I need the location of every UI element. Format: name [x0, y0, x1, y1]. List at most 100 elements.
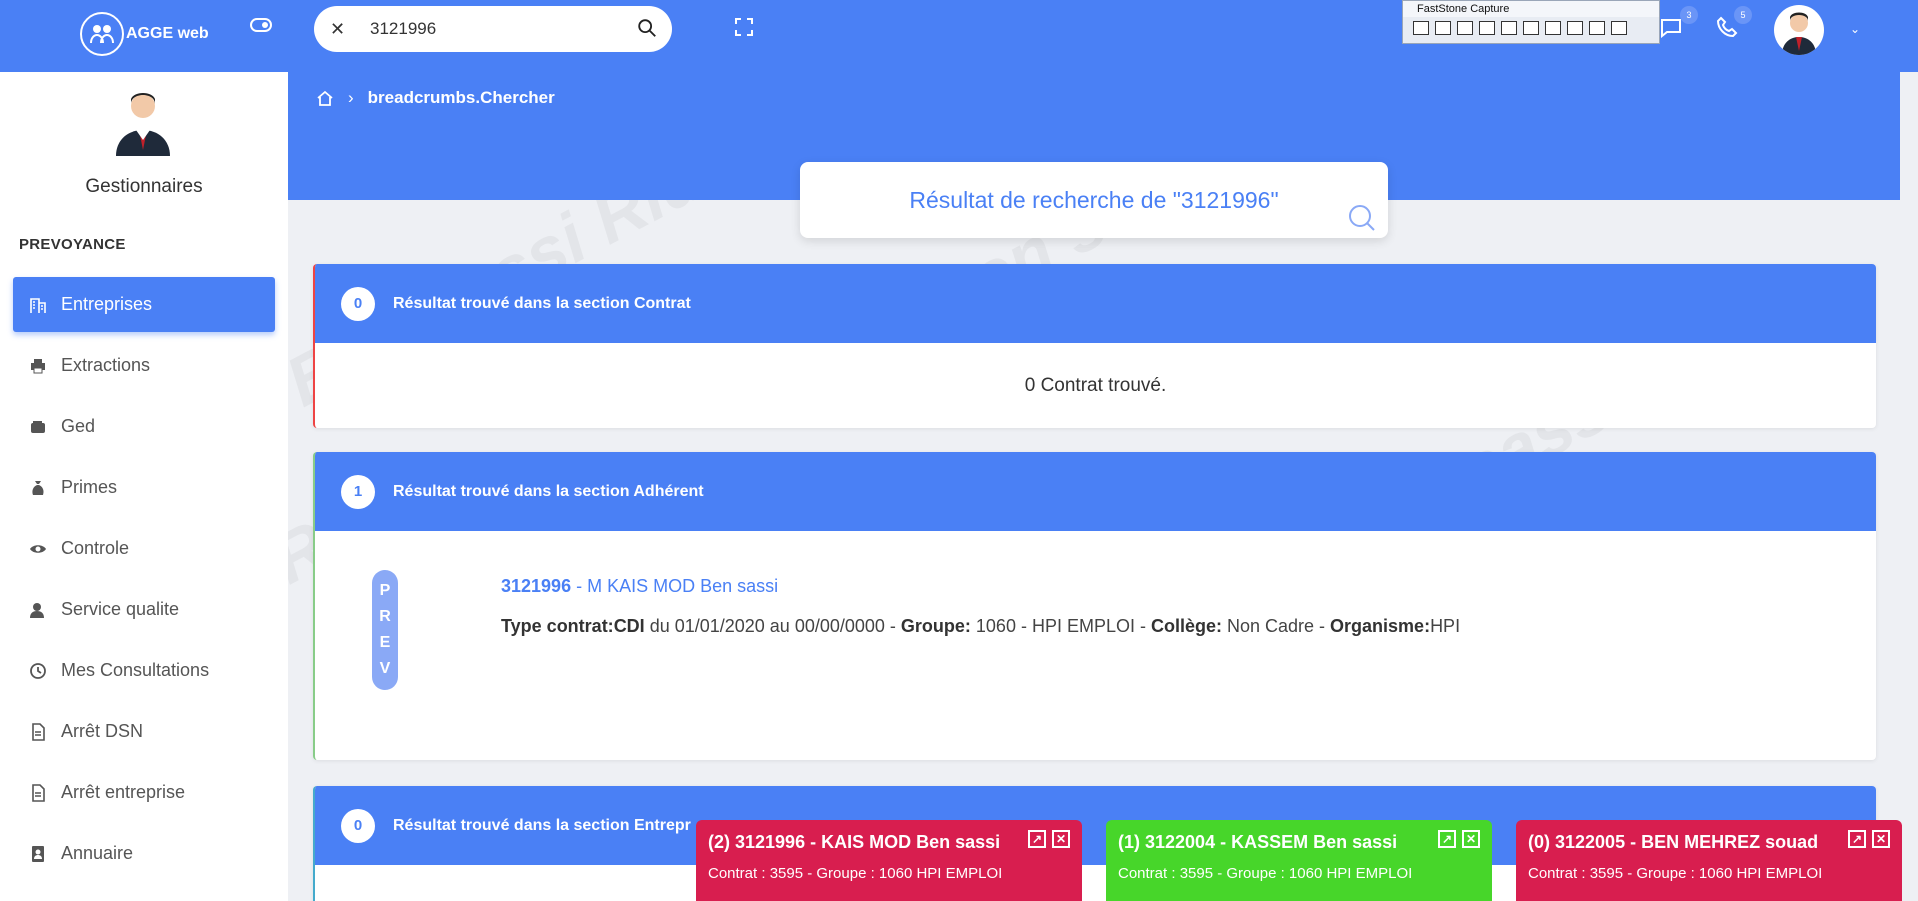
building-icon — [29, 296, 47, 314]
sidebar-item-ged[interactable]: Ged — [13, 399, 275, 454]
close-icon[interactable]: ✕ — [1462, 830, 1480, 848]
sidebar-item-label: Arrêt entreprise — [61, 782, 186, 802]
dates: du 01/01/2020 au 00/00/0000 - — [644, 616, 901, 636]
search-icon — [1349, 205, 1375, 231]
prev-letter: E — [379, 634, 391, 651]
capture-video-icon[interactable] — [1567, 21, 1583, 35]
user-role: Gestionnaires — [85, 176, 203, 197]
eye-icon — [29, 540, 47, 558]
groupe-label: Groupe: — [900, 616, 971, 636]
adherent-link[interactable]: 3121996 - M KAIS MOD Ben sassi — [501, 576, 778, 597]
adherent-details: Type contrat:CDI du 01/01/2020 au 00/00/… — [501, 616, 1460, 637]
search-icon[interactable] — [636, 17, 658, 39]
capture-scroll-icon[interactable] — [1523, 21, 1539, 35]
sidebar-toggle-icon[interactable] — [250, 18, 272, 32]
sidebar: Gestionnaires PREVOYANCE Entreprises Ext… — [0, 72, 288, 901]
popup-subtitle: Contrat : 3595 - Groupe : 1060 HPI EMPLO… — [708, 865, 1003, 882]
organisme-value: HPI — [1430, 616, 1461, 636]
sidebar-item-mes-consultations[interactable]: Mes Consultations — [13, 643, 275, 698]
chat-icon[interactable] — [1660, 18, 1682, 38]
capture-window-icon[interactable] — [1413, 21, 1429, 35]
notification-popup[interactable]: (2) 3121996 - KAIS MOD Ben sassi Contrat… — [696, 820, 1082, 901]
sidebar-item-label: Annuaire — [61, 843, 134, 863]
document-icon — [29, 722, 47, 741]
expand-icon[interactable]: ↗ — [1438, 830, 1456, 848]
sidebar-item-arret-entreprise[interactable]: Arrêt entreprise — [13, 765, 275, 820]
sidebar-item-arret-dsn[interactable]: Arrêt DSN — [13, 704, 275, 759]
capture-menu-icon[interactable] — [1611, 21, 1627, 35]
page-title: Résultat de recherche de "3121996" — [909, 186, 1279, 213]
adherent-name: - M KAIS MOD Ben sassi — [571, 576, 779, 596]
chevron-down-icon[interactable]: ⌄ — [1850, 22, 1860, 36]
faststone-tools — [1403, 17, 1659, 39]
sidebar-item-label: Ged — [61, 416, 96, 436]
popup-subtitle: Contrat : 3595 - Groupe : 1060 HPI EMPLO… — [1528, 865, 1823, 882]
address-book-icon — [29, 845, 47, 863]
chat-badge: 3 — [1680, 6, 1698, 24]
document-icon — [29, 783, 47, 802]
section-adherent: 1 Résultat trouvé dans la section Adhére… — [313, 452, 1876, 760]
notification-popup[interactable]: (0) 3122005 - BEN MEHREZ souad Contrat :… — [1516, 820, 1902, 901]
printer-icon — [29, 357, 47, 375]
app-logo[interactable]: AGGE web — [80, 12, 209, 56]
capture-fullscreen-icon[interactable] — [1501, 21, 1517, 35]
prev-badge: P R E V — [372, 570, 398, 690]
section-title: Résultat trouvé dans la section Contrat — [393, 294, 691, 312]
capture-fixed-icon[interactable] — [1545, 21, 1561, 35]
sidebar-item-extractions[interactable]: Extractions — [13, 338, 275, 393]
sidebar-item-label: Extractions — [61, 355, 151, 375]
breadcrumb: › breadcrumbs.Chercher — [316, 88, 555, 108]
close-icon[interactable]: ✕ — [1872, 830, 1890, 848]
capture-freehand-icon[interactable] — [1479, 21, 1495, 35]
prev-letter: P — [379, 582, 391, 599]
section-contrat: 0 Résultat trouvé dans la section Contra… — [313, 264, 1876, 428]
adherent-id: 3121996 — [501, 576, 572, 596]
user-shield-icon — [29, 601, 47, 619]
popup-title: (0) 3122005 - BEN MEHREZ souad — [1528, 832, 1819, 852]
popup-actions: ↗ ✕ — [1028, 830, 1070, 848]
college-label: Collège: — [1150, 616, 1222, 636]
search-input[interactable] — [370, 19, 610, 39]
capture-region-icon[interactable] — [1457, 21, 1473, 35]
chevron-right-icon: › — [348, 88, 354, 107]
search-bar: ✕ — [314, 6, 672, 52]
prev-letter: R — [379, 608, 391, 625]
user-avatar[interactable] — [1774, 5, 1824, 55]
sidebar-item-entreprises[interactable]: Entreprises — [13, 277, 275, 332]
sidebar-nav: Entreprises Extractions Ged Primes Contr… — [13, 277, 275, 887]
capture-settings-icon[interactable] — [1589, 21, 1605, 35]
sidebar-item-annuaire[interactable]: Annuaire — [13, 826, 275, 881]
faststone-title: FastStone Capture — [1403, 1, 1659, 17]
sidebar-item-label: Service qualite — [61, 599, 180, 619]
sidebar-item-controle[interactable]: Controle — [13, 521, 275, 576]
close-icon[interactable]: ✕ — [1052, 830, 1070, 848]
notification-popup[interactable]: (1) 3122004 - KASSEM Ben sassi Contrat :… — [1106, 820, 1492, 901]
popup-actions: ↗ ✕ — [1848, 830, 1890, 848]
sidebar-item-label: Mes Consultations — [61, 660, 210, 680]
popup-actions: ↗ ✕ — [1438, 830, 1480, 848]
section-title: Résultat trouvé dans la section Entrepr — [393, 816, 691, 834]
money-bag-icon — [29, 479, 47, 497]
fullscreen-icon[interactable] — [734, 17, 754, 37]
wallet-icon — [29, 418, 47, 436]
prev-letter: V — [379, 660, 391, 677]
count-badge: 0 — [341, 286, 375, 321]
sidebar-item-primes[interactable]: Primes — [13, 460, 275, 515]
popup-subtitle: Contrat : 3595 - Groupe : 1060 HPI EMPLO… — [1118, 865, 1413, 882]
sidebar-avatar — [112, 84, 174, 156]
sidebar-item-service-qualite[interactable]: Service qualite — [13, 582, 275, 637]
sidebar-item-label: Arrêt DSN — [61, 721, 144, 741]
result-title-card: Résultat de recherche de "3121996" — [800, 162, 1388, 238]
type-value: CDI — [613, 616, 645, 636]
section-title: Résultat trouvé dans la section Adhérent — [393, 482, 704, 500]
popup-title: (1) 3122004 - KASSEM Ben sassi — [1118, 832, 1398, 852]
capture-object-icon[interactable] — [1435, 21, 1451, 35]
phone-badge: 5 — [1734, 6, 1752, 24]
faststone-capture-toolbar[interactable]: FastStone Capture — [1402, 0, 1660, 44]
expand-icon[interactable]: ↗ — [1848, 830, 1866, 848]
home-icon[interactable] — [316, 89, 334, 107]
expand-icon[interactable]: ↗ — [1028, 830, 1046, 848]
app-name: AGGE web — [126, 25, 209, 42]
organisme-label: Organisme: — [1330, 616, 1431, 636]
clear-search-icon[interactable]: ✕ — [330, 19, 352, 40]
